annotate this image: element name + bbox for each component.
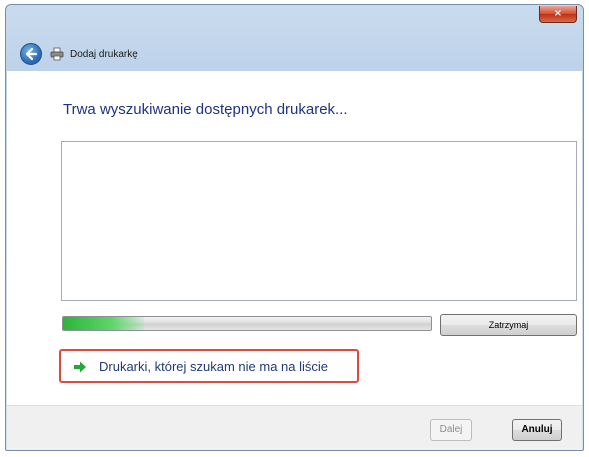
- printer-not-listed-link[interactable]: Drukarki, której szukam nie ma na liście: [59, 349, 359, 383]
- dialog-footer: Dalej Anuluj: [7, 405, 582, 450]
- back-arrow-icon: [25, 48, 37, 60]
- stop-button[interactable]: Zatrzymaj: [440, 314, 577, 336]
- page-heading: Trwa wyszukiwanie dostępnych drukarek...: [63, 101, 348, 118]
- printer-not-listed-label: Drukarki, której szukam nie ma na liście: [99, 359, 329, 374]
- window-title: Dodaj drukarkę: [70, 49, 138, 60]
- close-icon: ×: [553, 8, 563, 19]
- printer-icon: [50, 47, 64, 61]
- printer-list[interactable]: [61, 141, 577, 301]
- search-progress-bar: [62, 316, 432, 331]
- navigation-bar: Dodaj drukarkę: [6, 35, 583, 67]
- progress-fill: [63, 317, 144, 330]
- close-button[interactable]: ×: [539, 6, 577, 23]
- add-printer-window: × Dodaj drukarkę Trwa wyszukiwanie dostę…: [5, 4, 584, 451]
- next-button[interactable]: Dalej: [430, 419, 472, 441]
- green-arrow-icon: [74, 361, 86, 373]
- cancel-button[interactable]: Anuluj: [512, 419, 562, 441]
- back-button[interactable]: [20, 43, 42, 65]
- main-content: Trwa wyszukiwanie dostępnych drukarek...…: [7, 71, 582, 405]
